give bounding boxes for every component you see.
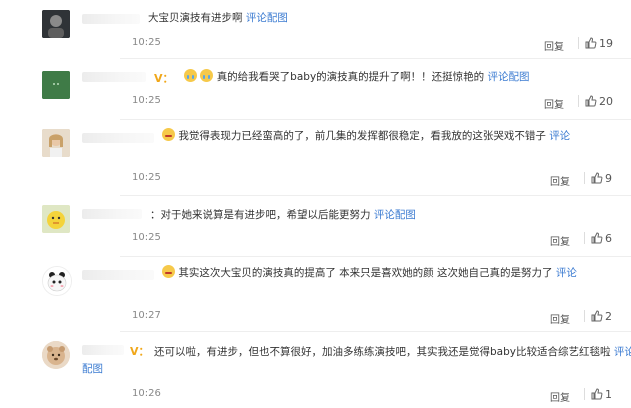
username-blurred[interactable] — [82, 72, 146, 82]
like-count: 9 — [605, 172, 612, 185]
comment-link[interactable]: 评论 — [549, 130, 570, 142]
timestamp: 10:26 — [132, 388, 161, 399]
username-blurred[interactable] — [82, 270, 154, 280]
timestamp: 10:25 — [132, 37, 161, 48]
reply-button[interactable]: 回复 — [544, 38, 564, 53]
thumbs-up-icon — [585, 37, 597, 49]
timestamp: 10:25 — [132, 172, 161, 183]
username-blurred[interactable] — [82, 209, 142, 219]
like-count: 19 — [599, 37, 613, 50]
like-count: 1 — [605, 388, 612, 401]
comment-item: 大宝贝演技有进步啊 评论配图 10:25 回复 19 — [0, 0, 631, 56]
comment-item: 我觉得表现力已经蛮高的了，前几集的发挥都很稳定，看我放的这张哭戏不错子 评论 1… — [0, 119, 631, 194]
separator — [578, 37, 579, 49]
reply-button[interactable]: 回复 — [544, 96, 564, 111]
separator — [584, 310, 585, 322]
like-button[interactable]: 20 — [578, 95, 613, 108]
avatar[interactable] — [42, 10, 70, 38]
comment-text: 真的给我看哭了baby的演技真的提升了啊！！还挺惊艳的 评论配图 — [184, 69, 530, 86]
like-button[interactable]: 1 — [584, 388, 612, 401]
comment-text: 还可以啦，有进步，但也不算很好，加油多练练演技吧，其实我还是觉得baby比较适合… — [82, 344, 631, 378]
comment-text: 其实这次大宝贝的演技真的提高了 本来只是喜欢她的颜 这次她自己真的是努力了 评论 — [162, 265, 577, 282]
crying-emoji-icon — [184, 69, 197, 82]
comment-image-link[interactable]: 评论配图 — [246, 12, 288, 24]
timestamp: 10:25 — [132, 232, 161, 243]
like-button[interactable]: 19 — [578, 37, 613, 50]
like-count: 6 — [605, 232, 612, 245]
separator — [584, 172, 585, 184]
like-button[interactable]: 6 — [584, 232, 612, 245]
reply-button[interactable]: 回复 — [550, 311, 570, 326]
separator — [584, 388, 585, 400]
reply-button[interactable]: 回复 — [550, 233, 570, 248]
reply-button[interactable]: 回复 — [550, 173, 570, 188]
comment-text: 大宝贝演技有进步啊 评论配图 — [148, 10, 288, 27]
comment-body: 我觉得表现力已经蛮高的了，前几集的发挥都很稳定，看我放的这张哭戏不错子 — [178, 130, 546, 142]
comment-image-link[interactable]: 评论配图 — [488, 71, 530, 83]
comment-text: ：对于她来说算是有进步吧，希望以后能更努力 评论配图 — [150, 207, 416, 224]
username-blurred[interactable] — [82, 133, 154, 143]
comment-body: ：对于她来说算是有进步吧，希望以后能更努力 — [150, 209, 371, 221]
comment-item: 其实这次大宝贝的演技真的提高了 本来只是喜欢她的颜 这次她自己真的是努力了 评论… — [0, 256, 631, 330]
thumbs-up-icon — [591, 310, 603, 322]
comment-item: V： 真的给我看哭了baby的演技真的提升了啊！！还挺惊艳的 评论配图 10:2… — [0, 58, 631, 118]
avatar[interactable] — [42, 71, 70, 99]
timestamp: 10:27 — [132, 310, 161, 321]
comment-body: 真的给我看哭了baby的演技真的提升了啊！！还挺惊艳的 — [216, 71, 485, 83]
comment-body: 其实这次大宝贝的演技真的提高了 本来只是喜欢她的颜 这次她自己真的是努力了 — [178, 267, 553, 279]
reply-button[interactable]: 回复 — [550, 389, 570, 404]
separator — [584, 232, 585, 244]
emoji-icon — [162, 265, 175, 278]
thumbs-up-icon — [591, 232, 603, 244]
comment-item: ：对于她来说算是有进步吧，希望以后能更努力 评论配图 10:25 回复 6 — [0, 195, 631, 255]
crying-emoji-icon — [200, 69, 214, 82]
separator — [578, 95, 579, 107]
like-count: 2 — [605, 310, 612, 323]
thumbs-up-icon — [591, 172, 603, 184]
comment-body: 还可以啦，有进步，但也不算很好，加油多练练演技吧，其实我还是觉得baby比较适合… — [154, 346, 611, 358]
like-button[interactable]: 2 — [584, 310, 612, 323]
thumbs-up-icon — [585, 95, 597, 107]
timestamp: 10:25 — [132, 95, 161, 106]
username-blurred[interactable] — [82, 14, 140, 24]
thumbs-up-icon — [591, 388, 603, 400]
avatar[interactable] — [42, 266, 72, 296]
avatar[interactable] — [42, 129, 70, 157]
like-count: 20 — [599, 95, 613, 108]
comment-body: 大宝贝演技有进步啊 — [148, 12, 243, 24]
comment-text: 我觉得表现力已经蛮高的了，前几集的发挥都很稳定，看我放的这张哭戏不错子 评论 — [162, 128, 570, 145]
avatar[interactable] — [42, 205, 70, 233]
comment-item: V： 还可以啦，有进步，但也不算很好，加油多练练演技吧，其实我还是觉得baby比… — [0, 331, 631, 408]
verified-badge: V： — [154, 72, 174, 85]
avatar[interactable] — [42, 341, 70, 369]
like-button[interactable]: 9 — [584, 172, 612, 185]
comment-link[interactable]: 评论 — [556, 267, 577, 279]
comment-image-link[interactable]: 评论配图 — [374, 209, 416, 221]
emoji-icon — [162, 128, 175, 141]
